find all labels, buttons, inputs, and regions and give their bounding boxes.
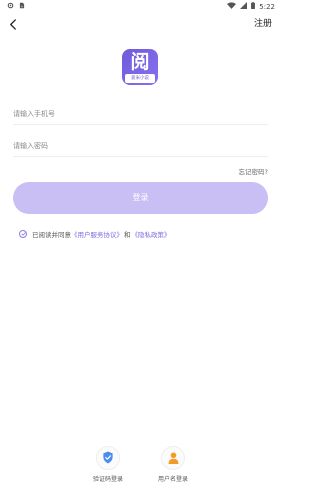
status-bar-left: A [7,2,25,11]
svg-text:A: A [21,5,23,9]
logo-subtitle: 爱米小说 [125,74,155,83]
privacy-policy-link[interactable]: 《隐私政策》 [132,229,171,239]
forgot-password-link[interactable]: 忘记密码? [239,166,268,176]
battery-icon [251,2,256,11]
sms-login-circle[interactable] [96,446,120,470]
login-button[interactable]: 登录 [13,182,268,214]
agreement-checkbox[interactable] [19,230,27,238]
sms-login-label: 验证码登录 [92,476,123,483]
chevron-left-icon [9,15,17,34]
user-icon [168,449,179,468]
agreement-and: 和 [124,231,131,239]
wifi-icon [227,2,237,11]
service-agreement-link[interactable]: 《用户服务协议》 [71,229,123,239]
logo-char: 阅 [130,51,150,73]
app-logo: 阅 爱米小说 [122,49,158,85]
password-input[interactable] [13,134,268,158]
username-login-circle[interactable] [161,446,185,470]
sms-login-option[interactable]: 验证码登录 [83,446,133,483]
login-screen: A 5:22 注册 阅 爱米小说 忘记密 [0,0,281,500]
signal-icon [240,2,248,11]
status-bar-right: 5:22 [227,2,275,11]
agreement-row: 已阅读并同意 《用户服务协议》 和 《隐私政策》 [19,229,171,239]
status-time: 5:22 [259,2,275,11]
agreement-prefix: 已阅读并同意 [32,231,71,239]
sim-icon: A [19,2,25,11]
back-button[interactable] [5,15,21,33]
register-button[interactable]: 注册 [254,16,272,29]
settings-icon [7,2,14,11]
shield-check-icon [102,449,114,468]
phone-field [13,101,268,126]
phone-input[interactable] [13,102,268,126]
status-bar: A 5:22 [0,0,281,12]
username-login-option[interactable]: 用户名登录 [148,446,198,483]
username-login-label: 用户名登录 [157,476,188,483]
password-field [13,133,268,158]
